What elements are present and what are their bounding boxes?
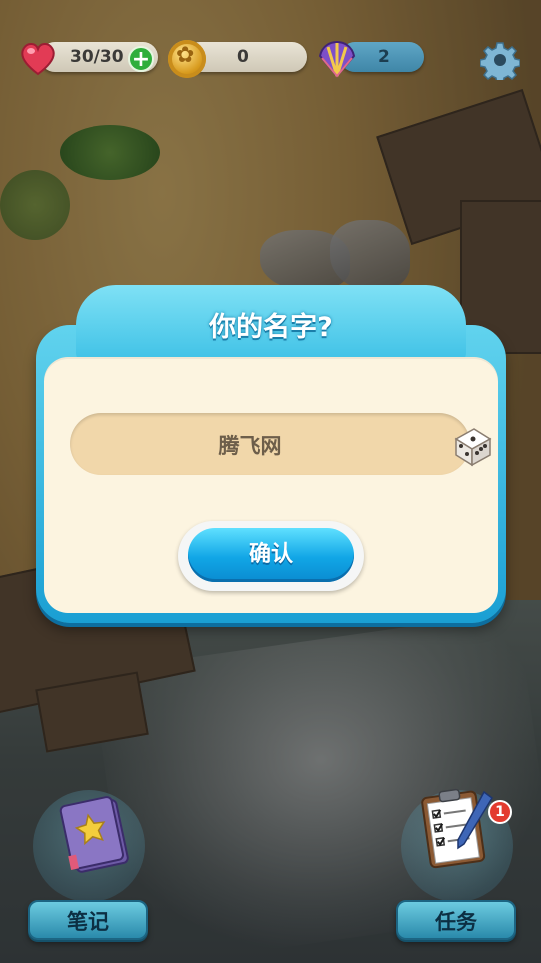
heart-icon [21, 43, 55, 76]
tasks-button[interactable]: 1 任务 [396, 788, 516, 940]
dialog-title: 你的名字? [209, 312, 333, 343]
dice-icon[interactable] [448, 421, 496, 469]
confirm-button[interactable]: 确认 [188, 528, 354, 582]
notebook-icon [59, 796, 129, 873]
shell-icon [318, 40, 356, 78]
coin-icon [168, 40, 206, 78]
settings-gear-icon[interactable] [480, 40, 520, 80]
coins-value: 0 [237, 47, 249, 67]
tasks-notification-badge: 1 [488, 800, 512, 824]
name-input-value[interactable]: 腾飞网 [70, 430, 430, 460]
name-dialog: 你的名字? 腾飞网 确认 [36, 285, 506, 623]
lives-value: 30/30 [70, 47, 124, 67]
notes-label[interactable]: 笔记 [28, 900, 148, 940]
name-input-field[interactable]: 腾飞网 [70, 413, 492, 475]
confirm-button-frame: 确认 [178, 521, 364, 591]
shells-value: 2 [378, 47, 390, 67]
clipboard-icon [421, 788, 493, 869]
add-lives-button[interactable]: + [128, 46, 154, 72]
tasks-label[interactable]: 任务 [396, 900, 516, 940]
notes-button[interactable]: 笔记 [28, 790, 148, 940]
